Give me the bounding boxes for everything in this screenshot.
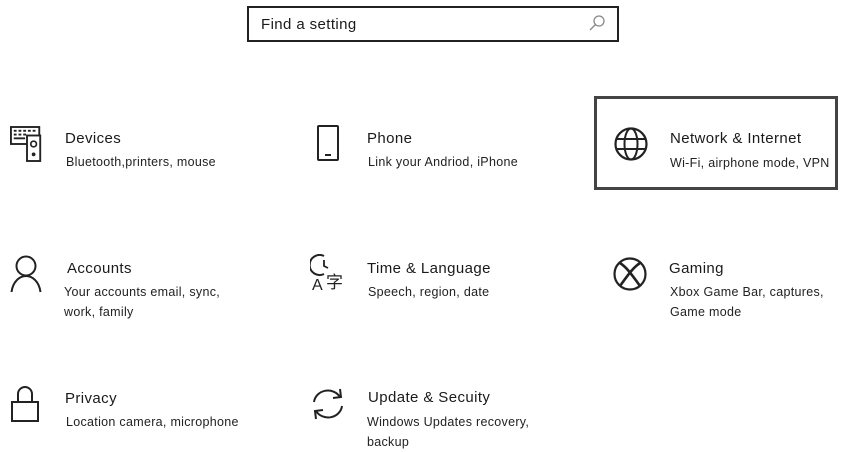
tile-devices[interactable]: Devices Bluetooth,printers, mouse	[10, 124, 270, 184]
tile-description: Xbox Game Bar, captures, Game mode	[670, 285, 824, 319]
tile-time-language[interactable]: A 字 Time & Language Speech, region, date	[310, 254, 570, 314]
devices-icon	[10, 126, 42, 162]
phone-icon	[317, 125, 339, 161]
search-icon[interactable]	[585, 12, 609, 36]
tile-description: Wi-Fi, airphone mode, VPN	[670, 156, 830, 170]
tile-privacy[interactable]: Privacy Location camera, microphone	[10, 384, 270, 444]
tile-description: Speech, region, date	[368, 285, 490, 299]
tile-title: Accounts	[67, 260, 132, 277]
tile-title: Time & Language	[367, 260, 491, 277]
person-icon	[10, 255, 42, 293]
tile-title: Gaming	[669, 260, 724, 277]
tile-title: Phone	[367, 130, 413, 147]
tile-description: Windows Updates recovery, backup	[367, 415, 530, 449]
tile-title: Privacy	[65, 390, 117, 407]
search-box[interactable]	[247, 6, 619, 42]
tile-title: Update & Secuity	[368, 389, 491, 406]
lock-icon	[11, 386, 39, 422]
globe-icon	[614, 127, 648, 161]
tile-network-internet[interactable]: Network & Internet Wi-Fi, airphone mode,…	[594, 96, 838, 190]
tile-update-security[interactable]: Update & Secuity Windows Updates recover…	[310, 384, 570, 450]
search-input[interactable]	[249, 8, 585, 40]
tile-description: Bluetooth,printers, mouse	[66, 155, 216, 169]
tile-description: Your accounts email, sync, work, family	[64, 285, 221, 319]
tile-title: Devices	[65, 130, 122, 147]
sync-icon	[313, 388, 343, 420]
svg-text:A: A	[312, 277, 323, 294]
tile-description: Link your Andriod, iPhone	[368, 155, 518, 169]
xbox-icon	[613, 257, 647, 291]
tile-description: Location camera, microphone	[66, 415, 239, 429]
tile-title: Network & Internet	[670, 130, 802, 147]
tile-phone[interactable]: Phone Link your Andriod, iPhone	[316, 124, 576, 184]
time-language-icon: A 字	[310, 254, 343, 294]
svg-text:字: 字	[326, 273, 343, 292]
tile-accounts[interactable]: Accounts Your accounts email, sync, work…	[10, 254, 270, 324]
tile-gaming[interactable]: Gaming Xbox Game Bar, captures, Game mod…	[612, 254, 860, 324]
